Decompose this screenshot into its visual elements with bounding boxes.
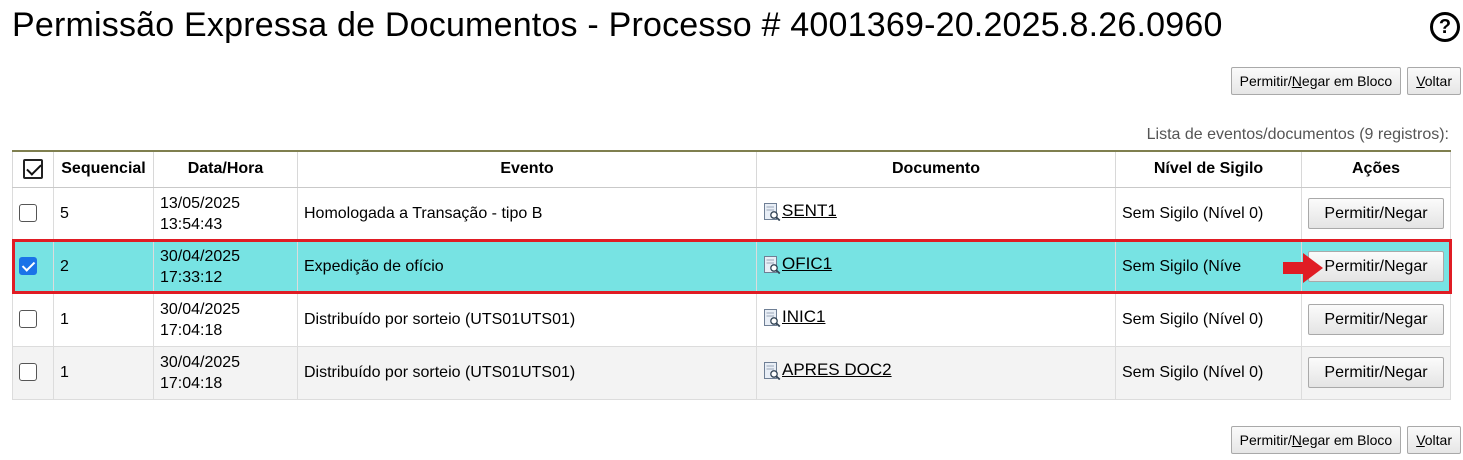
event-value: Expedição de ofício <box>304 257 444 275</box>
row-nivel-sigilo: Sem Sigilo (Nível 0) <box>1115 186 1302 241</box>
table-header-row: Sequencial Data/Hora Evento Documento Ní… <box>12 150 1451 188</box>
row-data-hora: 30/04/2025 17:04:18 <box>153 345 298 400</box>
time-value: 17:04:18 <box>160 321 223 339</box>
row-evento: Homologada a Transação - tipo B <box>297 186 757 241</box>
row-nivel-sigilo: Sem Sigilo (Níve <box>1115 239 1302 294</box>
row-sequencial: 2 <box>53 239 154 294</box>
row-data-hora: 30/04/2025 17:33:12 <box>153 239 298 294</box>
back-button[interactable]: Voltar <box>1407 67 1461 95</box>
document-link[interactable]: SENT1 <box>763 201 837 221</box>
row-evento: Distribuído por sorteio (UTS01UTS01) <box>297 345 757 400</box>
events-table: Sequencial Data/Hora Evento Documento Ní… <box>11 150 1452 400</box>
sequencial-value: 2 <box>60 257 69 275</box>
time-value: 17:33:12 <box>160 268 223 286</box>
top-toolbar: Permitir/Negar em Bloco Voltar <box>1230 67 1461 95</box>
document-magnifier-icon[interactable] <box>763 362 781 380</box>
back-button-bottom[interactable]: Voltar <box>1407 426 1461 454</box>
bulk-permit-deny-button[interactable]: Permitir/Negar em Bloco <box>1230 67 1402 95</box>
document-magnifier-icon[interactable] <box>763 203 781 221</box>
row-sequencial: 1 <box>53 345 154 400</box>
select-all-checkbox[interactable] <box>23 159 43 180</box>
row-select-cell[interactable] <box>12 186 54 241</box>
sequencial-value: 5 <box>60 204 69 222</box>
table-caption: Lista de eventos/documentos (9 registros… <box>1146 126 1449 143</box>
sigilo-value: Sem Sigilo (Nível 0) <box>1122 204 1264 222</box>
row-acoes: Permitir/Negar <box>1301 292 1451 347</box>
document-name[interactable]: APRES DOC2 <box>782 360 892 380</box>
row-checkbox[interactable] <box>19 257 37 276</box>
table-row[interactable]: 2 30/04/2025 17:33:12 Expedição de ofício… <box>11 239 1452 294</box>
document-link[interactable]: APRES DOC2 <box>763 360 892 380</box>
sigilo-value: Sem Sigilo (Nível 0) <box>1122 363 1264 381</box>
time-value: 13:54:43 <box>160 215 223 233</box>
row-documento: INIC1 <box>756 292 1116 347</box>
row-select-cell[interactable] <box>12 292 54 347</box>
table-row[interactable]: 1 30/04/2025 17:04:18 Distribuído por sor… <box>12 345 1451 400</box>
red-arrow-icon <box>1283 253 1323 283</box>
row-checkbox[interactable] <box>19 363 37 382</box>
permit-deny-button[interactable]: Permitir/Negar <box>1308 251 1444 282</box>
row-data-hora: 13/05/2025 13:54:43 <box>153 186 298 241</box>
row-documento: APRES DOC2 <box>756 345 1116 400</box>
row-nivel-sigilo: Sem Sigilo (Nível 0) <box>1115 292 1302 347</box>
row-evento: Expedição de ofício <box>297 239 757 294</box>
row-documento: SENT1 <box>756 186 1116 241</box>
row-checkbox[interactable] <box>19 204 37 223</box>
header-evento[interactable]: Evento <box>297 150 757 188</box>
bulk-permit-deny-button-bottom[interactable]: Permitir/Negar em Bloco <box>1230 426 1402 454</box>
event-value: Distribuído por sorteio (UTS01UTS01) <box>304 310 576 328</box>
header-documento[interactable]: Documento <box>756 150 1116 188</box>
document-link[interactable]: OFIC1 <box>763 254 832 274</box>
event-value: Homologada a Transação - tipo B <box>304 204 543 222</box>
sequencial-value: 1 <box>60 310 69 328</box>
time-value: 17:04:18 <box>160 374 223 392</box>
row-acoes: Permitir/Negar <box>1301 186 1451 241</box>
date-value: 13/05/2025 <box>160 194 241 212</box>
permit-deny-button[interactable]: Permitir/Negar <box>1308 198 1444 229</box>
row-select-cell[interactable] <box>12 239 54 294</box>
document-link[interactable]: INIC1 <box>763 307 825 327</box>
permit-deny-button[interactable]: Permitir/Negar <box>1308 357 1444 388</box>
row-checkbox[interactable] <box>19 310 37 329</box>
sigilo-value: Sem Sigilo (Níve <box>1122 257 1242 275</box>
date-value: 30/04/2025 <box>160 300 241 318</box>
table-row[interactable]: 1 30/04/2025 17:04:18 Distribuído por sor… <box>12 292 1451 347</box>
table-row[interactable]: 5 13/05/2025 13:54:43 Homologada a Transa… <box>12 186 1451 241</box>
row-sequencial: 1 <box>53 292 154 347</box>
row-nivel-sigilo: Sem Sigilo (Nível 0) <box>1115 345 1302 400</box>
document-name[interactable]: SENT1 <box>782 201 837 221</box>
header-nivel-sigilo[interactable]: Nível de Sigilo <box>1115 150 1302 188</box>
row-select-cell[interactable] <box>12 345 54 400</box>
row-sequencial: 5 <box>53 186 154 241</box>
header-data-hora[interactable]: Data/Hora <box>153 150 298 188</box>
header-acoes: Ações <box>1301 150 1451 188</box>
document-magnifier-icon[interactable] <box>763 309 781 327</box>
date-value: 30/04/2025 <box>160 247 241 265</box>
document-name[interactable]: OFIC1 <box>782 254 832 274</box>
date-value: 30/04/2025 <box>160 353 241 371</box>
document-name[interactable]: INIC1 <box>782 307 825 327</box>
row-documento: OFIC1 <box>756 239 1116 294</box>
row-evento: Distribuído por sorteio (UTS01UTS01) <box>297 292 757 347</box>
help-icon[interactable]: ? <box>1430 12 1460 42</box>
header-sequencial[interactable]: Sequencial <box>53 150 154 188</box>
document-magnifier-icon[interactable] <box>763 256 781 274</box>
permit-deny-button[interactable]: Permitir/Negar <box>1308 304 1444 335</box>
select-all-header[interactable] <box>12 150 54 188</box>
row-acoes: Permitir/Negar <box>1301 239 1451 294</box>
page-title: Permissão Expressa de Documentos - Proce… <box>12 6 1223 44</box>
sequencial-value: 1 <box>60 363 69 381</box>
row-data-hora: 30/04/2025 17:04:18 <box>153 292 298 347</box>
row-acoes: Permitir/Negar <box>1301 345 1451 400</box>
bottom-toolbar: Permitir/Negar em Bloco Voltar <box>1230 426 1461 454</box>
sigilo-value: Sem Sigilo (Nível 0) <box>1122 310 1264 328</box>
event-value: Distribuído por sorteio (UTS01UTS01) <box>304 363 576 381</box>
